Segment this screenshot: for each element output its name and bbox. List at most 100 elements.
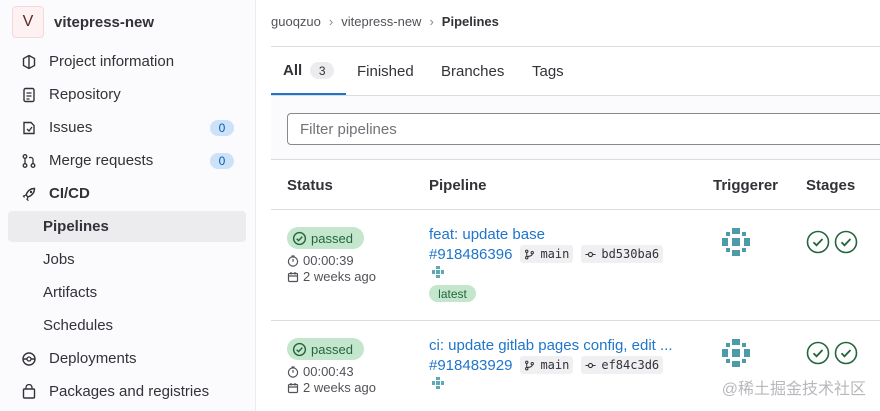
timer-icon [287,254,299,267]
deployments-icon [20,350,38,368]
issues-icon [20,119,38,137]
author-avatar[interactable] [431,265,445,279]
tab-count-badge: 3 [310,62,335,79]
branch-icon [525,360,535,370]
commit-icon [585,251,596,257]
breadcrumb-item-project[interactable]: vitepress-new [341,14,421,29]
filter-pipelines-input[interactable]: Filter pipelines [287,113,880,145]
issues-count-badge: 0 [210,120,234,136]
timer-icon [287,365,299,378]
project-avatar: V [12,6,44,38]
document-icon [20,86,38,104]
sidebar-item-pipelines[interactable]: Pipelines [8,211,246,242]
pipeline-id-link[interactable]: #918486396 [429,246,512,263]
sidebar-item-project-information[interactable]: Project information [8,46,246,77]
branch-ref[interactable]: main [520,245,574,263]
breadcrumb-item-user[interactable]: guoqzuo [271,14,321,29]
branch-name: main [540,247,570,261]
stage-passed-icon[interactable] [806,341,830,365]
sidebar-item-label: Issues [49,119,93,136]
commit-ref[interactable]: bd530ba6 [581,245,664,263]
filter-bar: Filter pipelines [271,96,880,160]
sidebar-item-merge-requests[interactable]: Merge requests 0 [8,145,246,176]
table-divider [271,209,880,210]
commit-sha: bd530ba6 [601,247,660,261]
chevron-right-icon: › [328,14,334,29]
commit-icon [585,362,596,368]
package-icon [20,383,38,401]
duration-value: 00:00:43 [303,364,354,379]
pipeline-id-link[interactable]: #918483929 [429,357,512,374]
column-header-stages: Stages [806,177,856,194]
tab-label: Branches [441,63,505,80]
project-name: vitepress-new [54,13,155,31]
tab-label: All [283,62,303,79]
sidebar-item-label: Repository [49,86,121,103]
latest-badge: latest [429,285,476,302]
stage-passed-icon[interactable] [806,230,830,254]
sidebar-item-issues[interactable]: Issues 0 [8,112,246,143]
sidebar-item-label: Merge requests [49,152,154,169]
tab-branches[interactable]: Branches [441,48,504,95]
breadcrumb: guoqzuo › vitepress-new › Pipelines [271,14,499,29]
stages-graph [806,341,862,365]
column-header-pipeline: Pipeline [429,177,487,194]
breadcrumb-item-current[interactable]: Pipelines [442,14,499,29]
header-divider [271,46,880,47]
sidebar-item-label: CI/CD [49,185,90,202]
project-header[interactable]: V vitepress-new [8,5,154,39]
pipeline-info: #918483929 main ef84c3d6 [429,356,664,374]
branch-ref[interactable]: main [520,356,574,374]
stages-graph [806,230,862,254]
tab-finished[interactable]: Finished [357,48,414,95]
branch-icon [525,249,535,259]
sidebar-item-packages-and-registries[interactable]: Packages and registries [8,376,246,407]
sidebar-item-label: Project information [49,53,175,70]
watermark: @稀土掘金技术社区 [721,381,866,398]
project-icon [20,53,38,71]
sidebar-item-ci-cd[interactable]: CI/CD [8,178,246,209]
sidebar-item-label: Pipelines [43,218,109,235]
commit-title-link[interactable]: feat: update base [429,226,545,243]
commit-ref[interactable]: ef84c3d6 [581,356,664,374]
sidebar-item-jobs[interactable]: Jobs [8,244,246,275]
commit-title-link[interactable]: ci: update gitlab pages config, edit ... [429,337,673,354]
stage-passed-icon[interactable] [834,230,858,254]
pipeline-tabs: All 3 Finished Branches Tags [271,48,880,96]
sidebar-item-label: Schedules [43,317,114,334]
triggerer-avatar[interactable] [720,226,752,258]
chevron-right-icon: › [429,14,434,29]
check-circle-icon [292,342,307,356]
calendar-icon [287,271,299,282]
merge-request-icon [20,152,38,170]
status-label: passed [311,230,353,246]
tab-all[interactable]: All 3 [271,48,346,95]
check-circle-icon [292,231,307,245]
sidebar-item-label: Packages and registries [49,383,210,400]
pipeline-duration: 00:00:43 [287,364,354,379]
tab-tags[interactable]: Tags [532,48,564,95]
sidebar-item-deployments[interactable]: Deployments [8,343,246,374]
sidebar-item-label: Jobs [43,251,75,268]
table-divider [271,320,880,321]
commit-sha: ef84c3d6 [601,358,660,372]
status-label: passed [311,341,353,357]
calendar-icon [287,382,299,393]
sidebar-item-artifacts[interactable]: Artifacts [8,277,246,308]
pipeline-finished-time: 2 weeks ago [287,380,376,395]
sidebar-item-repository[interactable]: Repository [8,79,246,110]
status-badge[interactable]: passed [287,227,364,249]
status-badge[interactable]: passed [287,338,364,360]
triggerer-avatar[interactable] [720,337,752,369]
author-avatar[interactable] [431,376,445,390]
branch-name: main [540,358,570,372]
pipeline-finished-time: 2 weeks ago [287,269,376,284]
rocket-icon [20,185,38,203]
pipeline-info: #918486396 main bd530ba6 [429,245,664,263]
tab-label: Tags [532,63,564,80]
sidebar-item-schedules[interactable]: Schedules [8,310,246,341]
finished-value: 2 weeks ago [303,380,376,395]
duration-value: 00:00:39 [303,253,354,268]
stage-passed-icon[interactable] [834,341,858,365]
sidebar: V vitepress-new Project information Repo… [0,0,256,411]
